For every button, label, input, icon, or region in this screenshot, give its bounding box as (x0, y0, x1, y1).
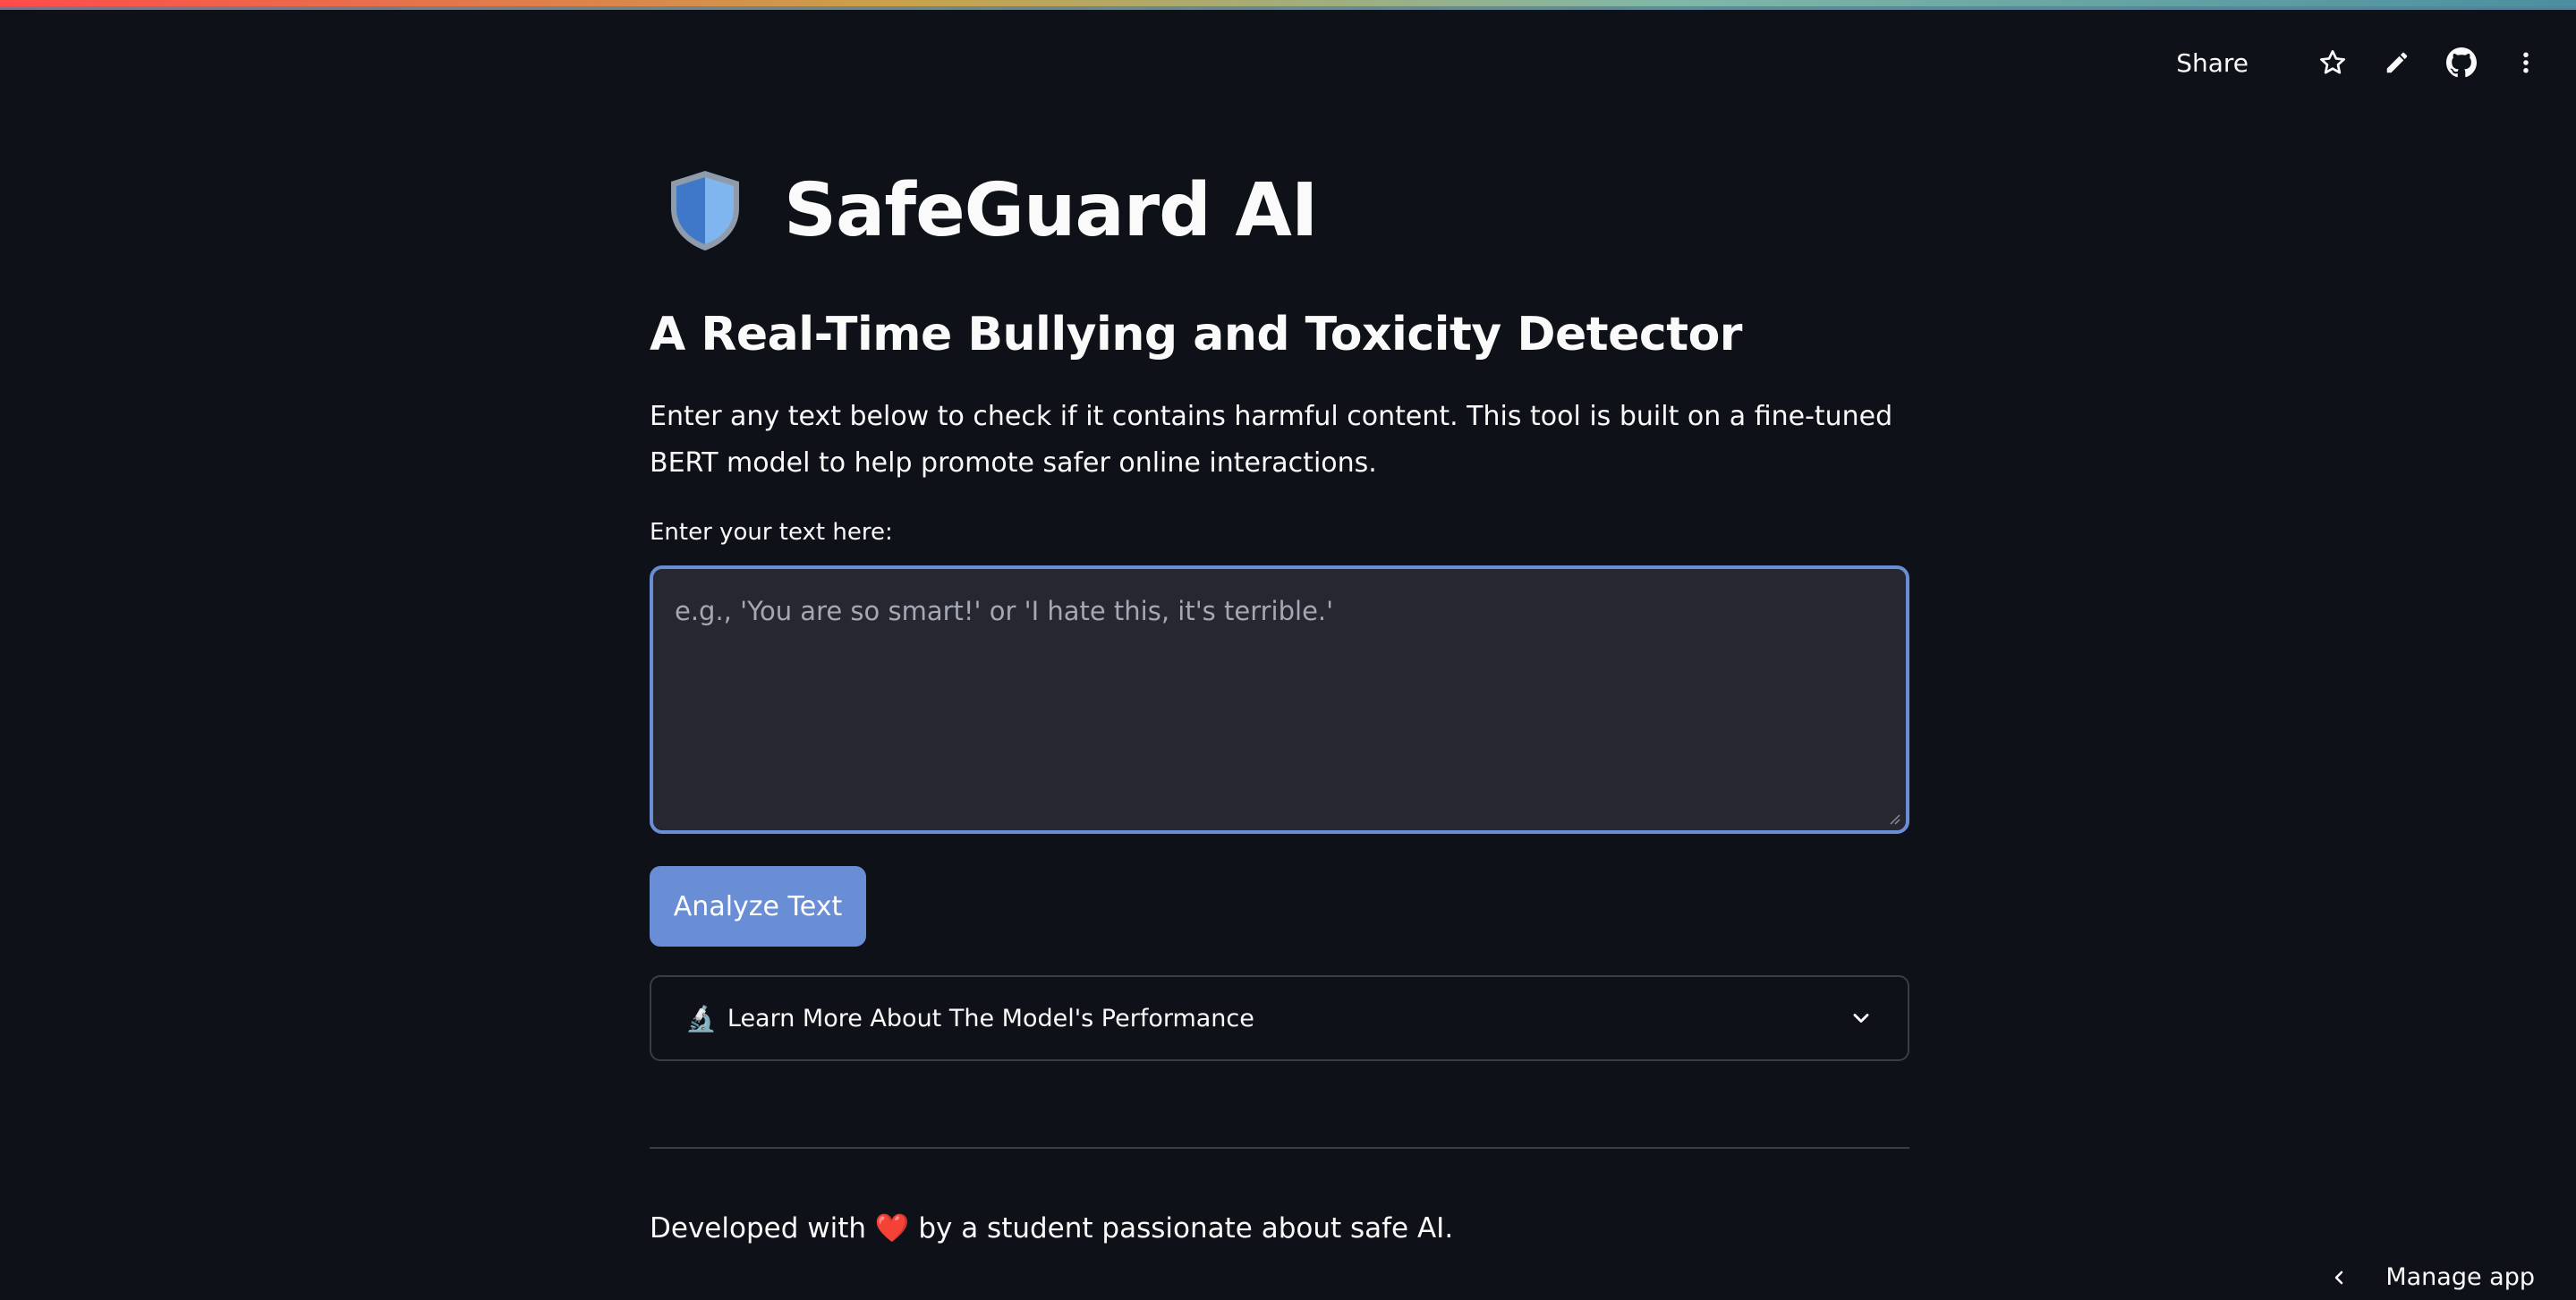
chevron-down-icon (1853, 1014, 1869, 1023)
text-input-container (650, 565, 1909, 834)
text-input-label: Enter your text here: (650, 519, 893, 546)
pencil-icon[interactable] (2381, 47, 2413, 79)
manage-app-button[interactable]: Manage app (2328, 1263, 2535, 1291)
header-toolbar: Share (2176, 39, 2542, 86)
github-icon[interactable] (2445, 47, 2478, 79)
description-text: Enter any text below to check if it cont… (650, 401, 1893, 479)
manage-app-label: Manage app (2385, 1263, 2535, 1291)
resize-handle-icon[interactable] (1888, 812, 1900, 825)
footer-text-after: by a student passionate about safe AI. (918, 1212, 1454, 1245)
chevron-left-icon (2328, 1267, 2350, 1288)
heart-icon: ❤️ (874, 1212, 910, 1245)
analyze-text-button[interactable]: Analyze Text (650, 866, 866, 947)
footer-text: Developed with ❤️ by a student passionat… (650, 1211, 1909, 1245)
microscope-icon: 🔬 (685, 1003, 717, 1033)
star-icon[interactable] (2317, 47, 2349, 79)
share-button[interactable]: Share (2176, 48, 2249, 78)
title-row: SafeGuard AI (650, 152, 1909, 268)
shield-icon (671, 171, 739, 251)
page-subtitle: A Real-Time Bullying and Toxicity Detect… (650, 308, 1742, 361)
divider (650, 1147, 1909, 1149)
expander-label: Learn More About The Model's Performance (727, 1004, 1254, 1032)
top-decoration-bar (0, 0, 2576, 10)
footer-text-before: Developed with (650, 1212, 866, 1245)
page-title: SafeGuard AI (784, 167, 1318, 253)
main-content: SafeGuard AI A Real-Time Bullying and To… (650, 152, 1909, 1245)
more-vertical-icon[interactable] (2510, 47, 2542, 79)
model-performance-expander[interactable]: 🔬 Learn More About The Model's Performan… (650, 975, 1909, 1061)
text-input[interactable] (675, 596, 1838, 793)
